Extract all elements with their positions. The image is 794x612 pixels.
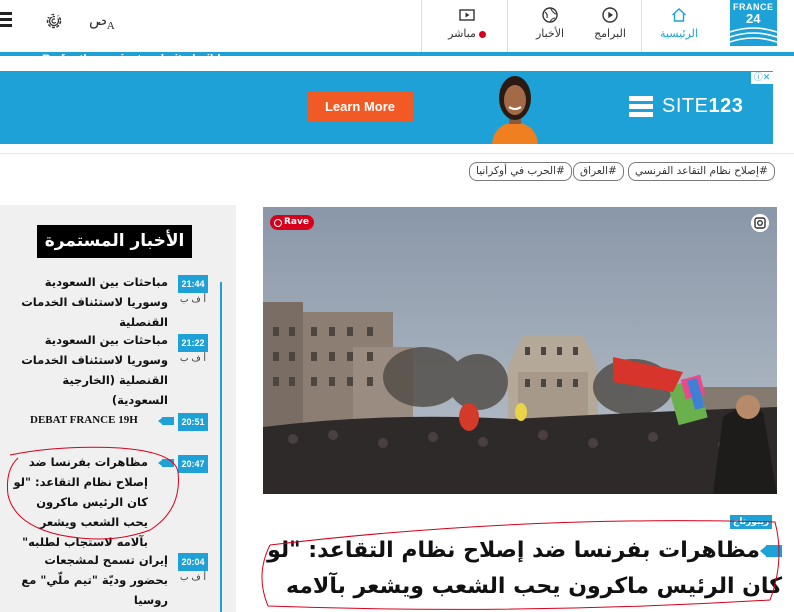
news-source: أ ف ب <box>180 573 207 583</box>
nav-news[interactable]: الأخبار <box>524 4 576 52</box>
news-source: أ ف ب <box>180 295 207 305</box>
logo-number: 24 <box>746 11 761 26</box>
live-tv-icon <box>459 9 475 21</box>
headline-text: مظاهرات بفرنسا ضد إصلاح نظام التقاعد: "ل… <box>267 538 782 599</box>
time-badge: 20:04 <box>178 553 208 571</box>
ad-brand-number: 123 <box>708 95 744 117</box>
logo-waves-icon <box>730 27 777 43</box>
tag-iraq[interactable]: #العراق <box>573 162 624 181</box>
ad-offer: 100% off <box>42 29 121 50</box>
france24-logo[interactable]: FRANCE 24 <box>730 0 777 46</box>
tag-ukraine-war[interactable]: #الحرب في أوكرانيا <box>469 162 572 181</box>
news-item[interactable]: مباحثات بين السعودية وسوريا لاستئناف الخ… <box>8 272 168 332</box>
divider <box>0 153 794 154</box>
video-icon <box>760 545 782 557</box>
nav-programs[interactable]: البرامج <box>584 4 636 52</box>
nav-separator <box>507 0 508 52</box>
time-badge: 20:51 <box>178 413 208 431</box>
ad-subline: By far the easiest website builder <box>42 52 233 66</box>
live-badge: Rave <box>270 215 314 230</box>
time-badge: 21:44 <box>178 275 208 293</box>
news-item[interactable]: DEBAT FRANCE 19H <box>30 414 138 426</box>
ad-close-button[interactable]: ⓘ✕ <box>751 72 773 84</box>
play-icon <box>602 7 618 23</box>
video-icon <box>158 417 174 425</box>
protest-photo[interactable] <box>263 207 777 494</box>
article-headline[interactable]: مظاهرات بفرنسا ضد إصلاح نظام التقاعد: "ل… <box>262 533 782 605</box>
ad-headline: Free Website Builder <box>42 6 231 27</box>
time-badge: 20:47 <box>178 455 208 473</box>
category-badge[interactable]: ريبورتاج <box>730 515 772 529</box>
timeline-line <box>220 282 222 612</box>
sidebar-title: الأخبار المستمرة <box>37 225 192 258</box>
nav-live[interactable]: مباشر <box>436 4 498 52</box>
news-item[interactable]: مباحثات بين السعودية وسوريا لاستئناف الخ… <box>8 330 168 410</box>
nav-separator <box>421 0 422 52</box>
globe-icon <box>542 7 558 23</box>
home-icon <box>672 8 686 22</box>
nav-news-label: الأخبار <box>535 27 565 40</box>
live-dot-icon <box>478 30 486 38</box>
site123-logo-icon <box>629 96 653 117</box>
time-badge: 21:22 <box>178 334 208 352</box>
nav-home-label: الرئيسية <box>660 27 698 40</box>
video-icon <box>158 459 174 467</box>
menu-icon[interactable] <box>0 12 14 28</box>
ad-brand: SITE123 <box>662 95 743 118</box>
news-item[interactable]: إيران تسمح لمشجعات بحضور وديّة "تيم ملّي… <box>8 550 168 610</box>
nav-live-label: مباشر <box>448 27 476 40</box>
nav-separator <box>641 0 642 52</box>
ad-brand-name: SITE <box>662 95 709 117</box>
tag-pension-reform[interactable]: #إصلاح نظام التقاعد الفرنسي <box>628 162 775 181</box>
ad-person-image <box>492 76 538 144</box>
news-source: أ ف ب <box>180 354 207 364</box>
nav-programs-label: البرامج <box>594 27 626 40</box>
news-item[interactable]: مظاهرات بفرنسا ضد إصلاح نظام التقاعد: "ل… <box>8 452 148 552</box>
ad-learn-more-button[interactable]: Learn More <box>307 91 413 122</box>
expand-photo-icon[interactable] <box>751 214 769 232</box>
nav-home[interactable]: الرئيسية <box>652 4 706 52</box>
